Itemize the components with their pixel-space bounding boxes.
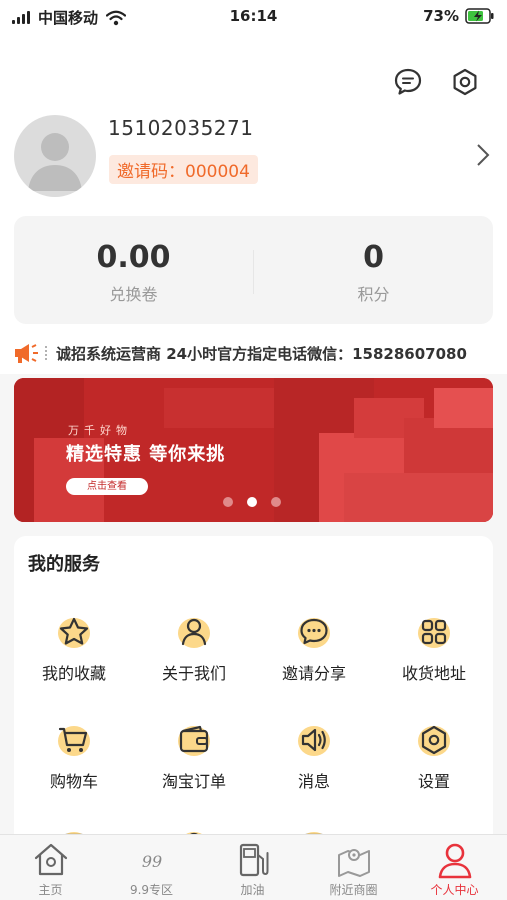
banner-title: 精选特惠 等你来挑 (66, 444, 226, 465)
chevron-right-icon[interactable] (470, 142, 496, 168)
map-icon (337, 849, 370, 877)
speaker-icon (301, 728, 326, 752)
service-label: 淘宝订单 (161, 772, 226, 791)
banner-dot[interactable] (271, 497, 281, 507)
battery-percent: 73% (423, 7, 459, 25)
settings-gear-icon[interactable] (448, 65, 482, 99)
service-label: 设置 (417, 772, 450, 791)
tab-fuel[interactable]: 加油 (202, 835, 303, 900)
service-cart[interactable]: 购物车 (14, 720, 134, 800)
banner-pagination (223, 497, 281, 507)
fuel-icon (239, 843, 268, 877)
service-invite-share[interactable]: 邀请分享 (254, 612, 374, 692)
tab-profile[interactable]: 个人中心 (404, 835, 505, 900)
phone-number: 15102035271 (108, 116, 254, 140)
bottom-tab-bar: 主页 99 9.9专区 加油 附近商圈 个人中心 (0, 834, 507, 900)
star-icon (59, 617, 89, 645)
nine-nine-icon: 99 (141, 852, 161, 871)
service-taobao-orders[interactable]: 淘宝订单 (134, 720, 254, 800)
promo-banner[interactable]: 万千好物 精选特惠 等你来挑 点击查看 (14, 378, 493, 522)
tab-nearby-shops[interactable]: 附近商圈 (303, 835, 404, 900)
tab-label: 加油 (240, 883, 265, 897)
service-label: 邀请分享 (281, 664, 346, 683)
banner-subtitle: 万千好物 (68, 424, 132, 437)
tab-label: 个人中心 (430, 883, 479, 897)
service-favorites[interactable]: 我的收藏 (14, 612, 134, 692)
user-icon (438, 843, 471, 879)
service-messages[interactable]: 消息 (254, 720, 374, 800)
tab-home[interactable]: 主页 (0, 835, 101, 900)
services-card: 我的服务 我的收藏 关于我们 邀请分享 收货地址 购物车 淘宝订单 消息 设置 (14, 536, 493, 866)
tab-label: 附近商圈 (329, 883, 378, 897)
voucher-label: 兑换卷 (109, 285, 158, 304)
cart-icon (58, 727, 88, 752)
status-bar: 中国移动 16:14 73% (0, 0, 507, 34)
service-label: 关于我们 (161, 664, 226, 683)
wallet-icon (179, 725, 209, 753)
tab-label: 9.9专区 (129, 883, 174, 897)
stat-points[interactable]: 0 积分 (254, 216, 493, 324)
banner-dot-active[interactable] (247, 497, 257, 507)
service-about[interactable]: 关于我们 (134, 612, 254, 692)
notice-bar[interactable]: 诚招系统运营商 24小时官方指定电话微信：15828607080 (0, 336, 507, 370)
tab-nine-nine-zone[interactable]: 99 9.9专区 (101, 835, 202, 900)
grid-icon (421, 619, 447, 645)
services-title: 我的服务 (28, 554, 100, 575)
service-address[interactable]: 收货地址 (374, 612, 493, 692)
megaphone-icon (15, 344, 47, 363)
svg-text:99: 99 (141, 852, 161, 871)
stat-voucher[interactable]: 0.00 兑换卷 (14, 216, 253, 324)
home-icon (34, 843, 67, 876)
default-avatar-icon (28, 133, 82, 191)
service-label: 收货地址 (401, 664, 466, 683)
message-icon[interactable] (391, 65, 425, 99)
service-label: 消息 (297, 772, 330, 791)
service-label: 购物车 (49, 772, 98, 791)
banner-view-button[interactable]: 点击查看 (66, 478, 148, 495)
invite-code-badge: 邀请码：000004 (109, 155, 258, 184)
stats-card: 0.00 兑换卷 0 积分 (14, 216, 493, 324)
gear-icon (421, 725, 447, 755)
battery-charging-icon (465, 8, 494, 24)
battery-group: 73% (423, 7, 495, 25)
points-label: 积分 (357, 285, 390, 304)
banner-dot[interactable] (223, 497, 233, 507)
person-icon (181, 618, 207, 646)
service-settings[interactable]: 设置 (374, 720, 493, 800)
avatar[interactable] (14, 115, 96, 197)
service-label: 我的收藏 (41, 664, 106, 683)
tab-label: 主页 (38, 883, 63, 897)
chat-icon (300, 618, 328, 645)
voucher-value: 0.00 (96, 240, 171, 275)
notice-text: 诚招系统运营商 24小时官方指定电话微信：15828607080 (56, 344, 467, 363)
points-value: 0 (363, 240, 384, 275)
